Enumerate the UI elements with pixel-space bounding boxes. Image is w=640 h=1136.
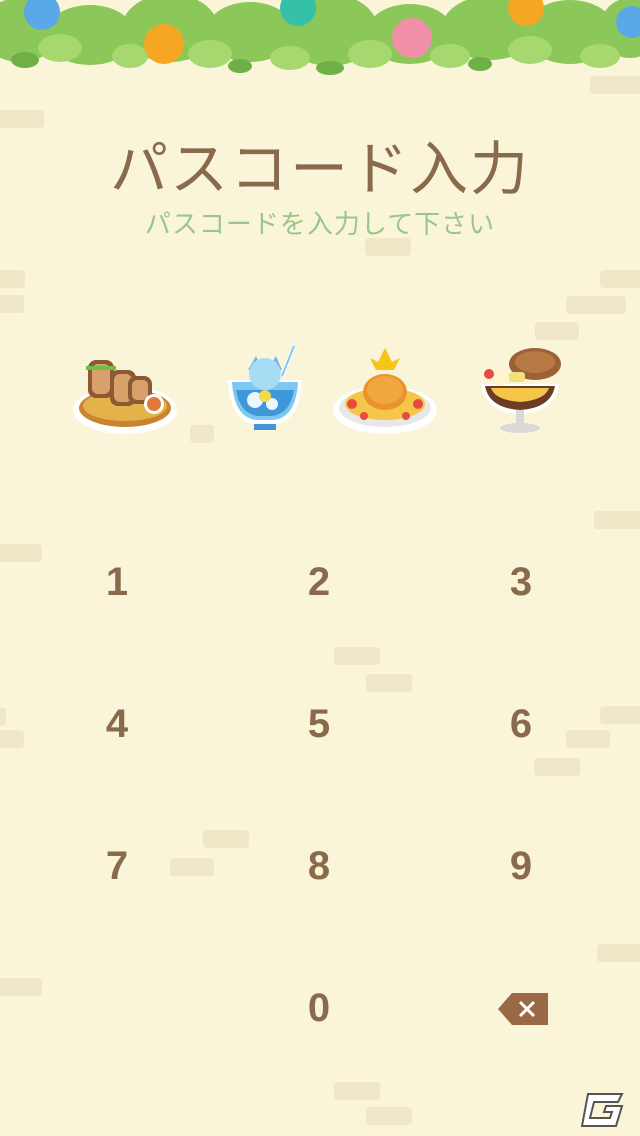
key-4[interactable]: 4 xyxy=(57,684,177,764)
page-title: パスコード入力 xyxy=(109,135,530,203)
foliage-banner xyxy=(0,0,640,75)
balloon-icon xyxy=(144,24,184,64)
page-subtitle: パスコードを入力して下さい xyxy=(144,210,496,240)
key-5[interactable]: 5 xyxy=(259,684,379,764)
key-8[interactable]: 8 xyxy=(259,826,379,906)
key-1[interactable]: 1 xyxy=(57,542,177,622)
key-2[interactable]: 2 xyxy=(259,542,379,622)
g-logo-icon xyxy=(580,1093,624,1127)
blue-drink-icon xyxy=(228,345,302,430)
backspace-icon[interactable] xyxy=(498,993,548,1025)
key-7[interactable]: 7 xyxy=(57,826,177,906)
key-6[interactable]: 6 xyxy=(461,684,581,764)
sandwich-platter-icon xyxy=(73,360,177,434)
omelette-rice-icon xyxy=(333,348,437,434)
key-9[interactable]: 9 xyxy=(461,826,581,906)
chocolate-parfait-icon xyxy=(481,348,561,433)
key-0[interactable]: 0 xyxy=(259,968,379,1048)
key-3[interactable]: 3 xyxy=(461,542,581,622)
balloon-icon xyxy=(392,18,432,58)
